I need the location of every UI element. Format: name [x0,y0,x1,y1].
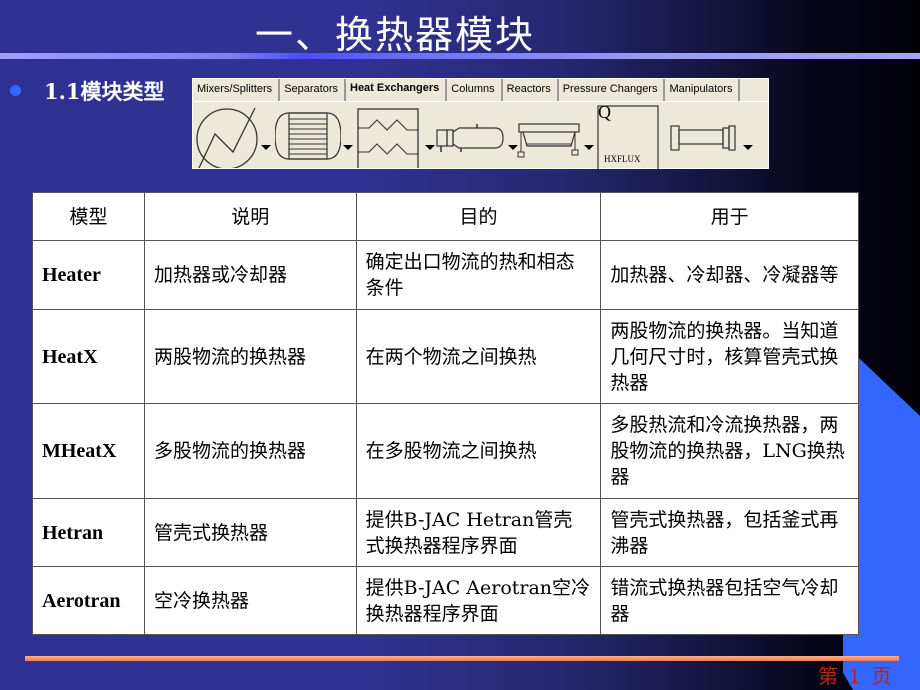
mheatx-dropdown-icon[interactable] [425,145,435,150]
cell-description: 两股物流的换热器 [143,309,357,404]
aerotran-icon[interactable] [515,118,583,158]
cell-model: HeatX [32,309,145,404]
table-row: Hetran 管壳式换热器 提供B-JAC Hetran管壳式换热器程序界面 管… [32,498,859,567]
table-row: Aerotran 空冷换热器 提供B-JAC Aerotran空冷换热器程序界面… [32,566,859,635]
cell-description: 多股物流的换热器 [143,403,357,499]
footer-divider [25,656,899,661]
cell-purpose: 确定出口物流的热和相态条件 [355,240,602,310]
bullet-icon [10,85,21,96]
tab-mixers-splitters[interactable]: Mixers/Splitters [193,79,281,101]
hetran-icon[interactable] [435,122,505,154]
model-palette: Mixers/Splitters Separators Heat Exchang… [192,78,769,169]
heatx-dropdown-icon[interactable] [343,145,353,150]
aerotran-dropdown-icon[interactable] [584,145,594,150]
page-number: 第 1 页 [818,664,894,688]
cell-use: 多股热流和冷流换热器，两股物流的换热器，LNG换热器 [600,403,859,499]
cell-purpose: 提供B-JAC Hetran管壳式换热器程序界面 [355,498,602,567]
header-model: 模型 [32,192,145,241]
cell-purpose: 在多股物流之间换热 [355,403,602,499]
cell-use: 错流式换热器包括空气冷却器 [600,566,859,635]
hetran-manipulator-icon[interactable] [669,122,739,154]
table-row: MHeatX 多股物流的换热器 在多股物流之间换热 多股热流和冷流换热器，两股物… [32,403,859,499]
cell-use: 两股物流的换热器。当知道几何尺寸时，核算管壳式换热器 [600,309,859,404]
tab-separators[interactable]: Separators [280,79,346,101]
heatx-icon[interactable] [275,110,341,162]
header-purpose: 目的 [355,192,602,241]
heat-exchanger-table: 模型 说明 目的 用于 Heater 加热器或冷却器 确定出口物流的热和相态条件… [32,192,859,635]
slide-title: 一、换热器模块 [254,13,535,57]
table-header-row: 模型 说明 目的 用于 [32,192,859,241]
heater-dropdown-icon[interactable] [261,145,271,150]
title-underline-bar [0,53,920,59]
cell-use: 管壳式换热器，包括釜式再沸器 [600,498,859,567]
heater-icon[interactable] [195,106,259,168]
tab-reactors[interactable]: Reactors [503,79,559,101]
manipulator-dropdown-icon[interactable] [743,145,753,150]
cell-model: Aerotran [32,566,145,635]
mheatx-icon[interactable] [357,108,421,168]
tab-heat-exchangers[interactable]: Heat Exchangers [346,79,448,101]
cell-purpose: 在两个物流之间换热 [355,309,602,404]
palette-tabs: Mixers/Splitters Separators Heat Exchang… [193,79,768,102]
cell-description: 加热器或冷却器 [143,240,357,310]
palette-icons [193,104,768,169]
hxflux-label: HXFLUX [604,154,641,164]
header-use: 用于 [600,192,859,241]
header-description: 说明 [143,192,357,241]
section-subtitle: 1.1模块类型 [44,79,165,104]
tab-pressure-changers[interactable]: Pressure Changers [559,79,666,101]
cell-description: 管壳式换热器 [143,498,357,567]
tab-columns[interactable]: Columns [447,79,503,101]
table-row: Heater 加热器或冷却器 确定出口物流的热和相态条件 加热器、冷却器、冷凝器… [32,240,859,310]
table-row: HeatX 两股物流的换热器 在两个物流之间换热 两股物流的换热器。当知道几何尺… [32,309,859,404]
tab-manipulators[interactable]: Manipulators [665,79,741,101]
cell-purpose: 提供B-JAC Aerotran空冷换热器程序界面 [355,566,602,635]
cell-use: 加热器、冷却器、冷凝器等 [600,240,859,310]
cell-model: Hetran [32,498,145,567]
cell-model: Heater [32,240,145,310]
cell-model: MHeatX [32,403,145,499]
cell-description: 空冷换热器 [143,566,357,635]
hxflux-q-glyph: Q [598,102,611,122]
